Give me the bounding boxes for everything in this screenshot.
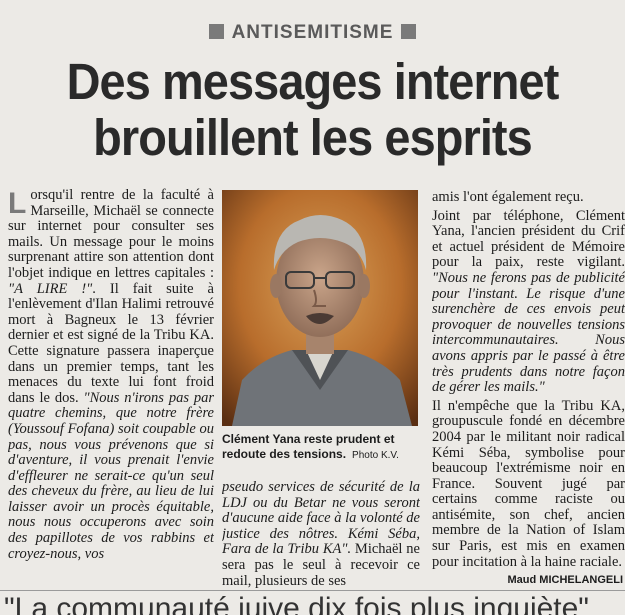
body-text: . Il fait suite à l'enlèvement d'Ilan Ha… bbox=[8, 280, 214, 406]
section-kicker: ANTISEMITISME bbox=[0, 22, 625, 44]
quoted-message: "Nous n'irons pas par quatre chemins, qu… bbox=[8, 389, 214, 562]
photo-caption: Clément Yana reste prudent et redoute de… bbox=[222, 432, 420, 463]
article-column-1: L orsqu'il rentre de la faculté à Marsei… bbox=[8, 188, 214, 562]
quote-yana: "Nous ne ferons pas de publicité pour l'… bbox=[432, 269, 625, 396]
portrait-image bbox=[222, 190, 418, 426]
body-text: orsqu'il rentre de la faculté à Marseill… bbox=[8, 188, 214, 281]
article-column-2: pseudo services de sécurité de la LDJ ou… bbox=[222, 480, 420, 589]
square-ornament-icon bbox=[208, 24, 224, 39]
byline: Maud MICHELANGELI bbox=[507, 574, 624, 586]
kicker-text: ANTISEMITISME bbox=[231, 22, 394, 43]
quoted-subject: "A LIRE !" bbox=[8, 280, 93, 297]
divider bbox=[0, 590, 625, 591]
headline: Des messages internet brouillent les esp… bbox=[25, 54, 600, 166]
drop-cap: L bbox=[8, 188, 27, 220]
newspaper-page: ANTISEMITISME Des messages internet brou… bbox=[0, 0, 625, 615]
headline-line-1: Des messages internet bbox=[66, 53, 560, 110]
body-paragraph: Il n'empêche que la Tribu KA, groupuscul… bbox=[432, 397, 625, 570]
headline-line-2: brouillent les esprits bbox=[93, 109, 533, 166]
portrait-photo bbox=[222, 190, 418, 426]
body-text: Joint par téléphone, Clément Yana, l'anc… bbox=[432, 207, 625, 271]
article-column-3: amis l'ont également reçu. Joint par tél… bbox=[432, 190, 625, 573]
next-article-headline: "La communauté juive dix fois plus inqui… bbox=[4, 592, 589, 615]
body-paragraph: Joint par téléphone, Clément Yana, l'anc… bbox=[432, 207, 625, 396]
photo-credit: Photo K.V. bbox=[352, 450, 399, 461]
square-ornament-icon bbox=[401, 24, 417, 39]
body-paragraph: amis l'ont également reçu. bbox=[432, 190, 584, 205]
